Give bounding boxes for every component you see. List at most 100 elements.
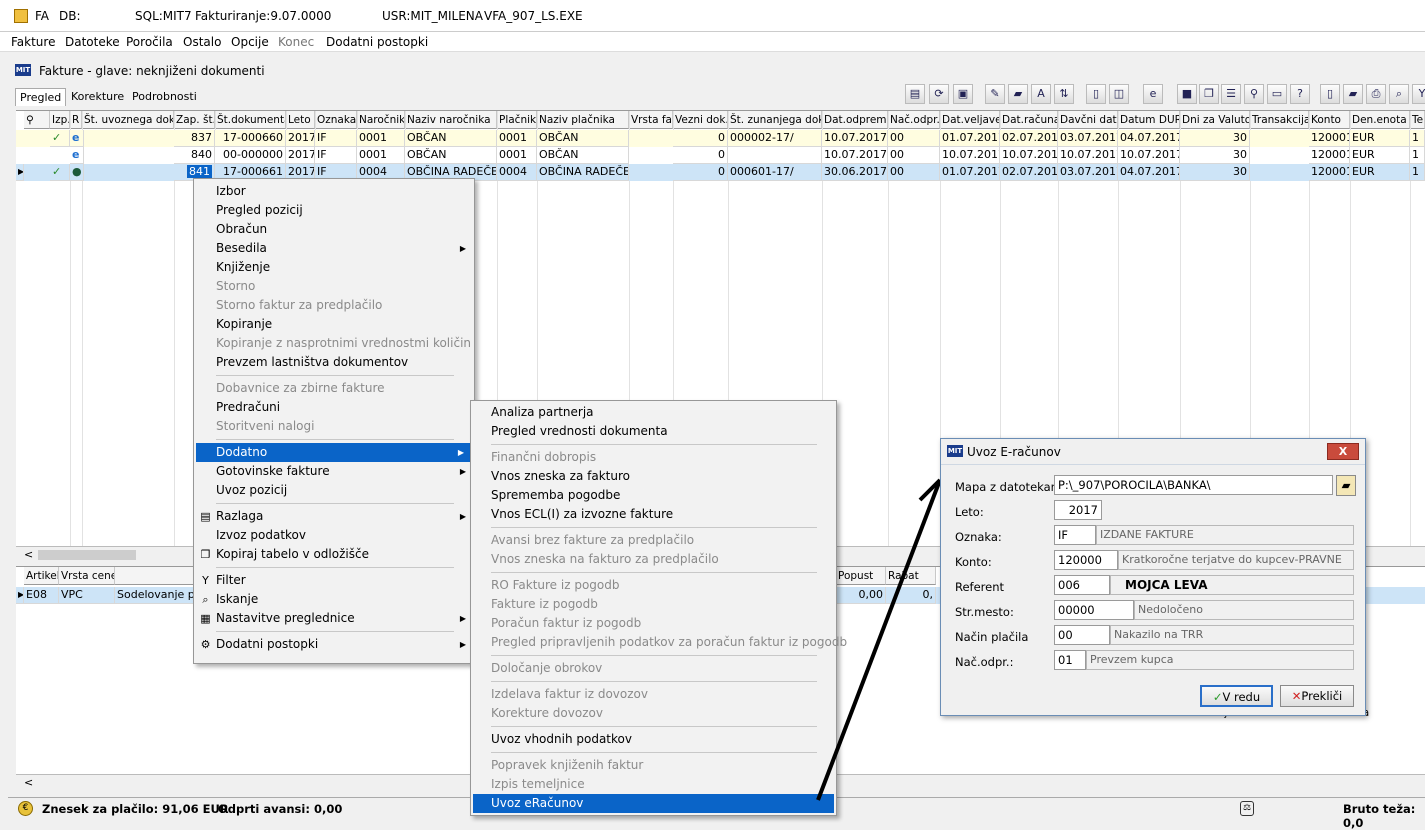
refresh-icon[interactable]: ⟳ <box>929 84 949 104</box>
cell-dat-racuna[interactable]: 10.07.2017 <box>1000 147 1058 164</box>
col-naziv-narocnika[interactable]: Naziv naročnika <box>405 111 497 129</box>
sort-icon[interactable]: ⇅ <box>1054 84 1074 104</box>
menu-item-kopiranje[interactable]: Kopiranje <box>194 315 474 334</box>
cell-placnik[interactable]: 0004 <box>497 164 537 181</box>
edit-icon[interactable]: ✎ <box>985 84 1005 104</box>
submenu-item-izdelava-faktur[interactable]: Izdelava faktur iz dovozov <box>471 685 836 704</box>
col-artikel[interactable]: Artikel <box>24 567 59 585</box>
cell-zap-st[interactable]: 841 <box>187 165 212 178</box>
submenu-item-ro-fakture[interactable]: RO Fakture iz pogodb <box>471 576 836 595</box>
document-icon[interactable]: ▯ <box>1086 84 1106 104</box>
cell-den-enota[interactable]: EUR <box>1350 164 1410 181</box>
cell-oznaka[interactable]: IF <box>315 147 357 164</box>
cell-st-zunanjega[interactable]: 000601-17/ <box>728 164 822 181</box>
col-vezni-dok[interactable]: Vezni dok. <box>673 111 728 129</box>
col-oznaka[interactable]: Oznaka <box>315 111 357 129</box>
col-den-enota[interactable]: Den.enota <box>1350 111 1410 129</box>
v-redu-button[interactable]: ✓V redu <box>1200 685 1273 707</box>
submenu-item-korekture-dovozov[interactable]: Korekture dovozov <box>471 704 836 723</box>
cell-naziv-narocnika[interactable]: OBČAN <box>405 147 497 164</box>
submenu-item-popravek[interactable]: Popravek knjiženih faktur <box>471 756 836 775</box>
cell-datum-dur[interactable]: 04.07.2017 <box>1118 164 1180 181</box>
cell-dat-veljave[interactable]: 10.07.2017 <box>940 147 1000 164</box>
col-naziv[interactable] <box>115 567 195 585</box>
menu-konec[interactable]: Konec <box>278 35 314 49</box>
submenu-item-uvoz-eracunov[interactable]: Uvoz eRačunov <box>473 794 834 813</box>
menu-item-pregled-pozicij[interactable]: Pregled pozicij <box>194 201 474 220</box>
cell-dat-racuna[interactable]: 02.07.2017 <box>1000 164 1058 181</box>
cell-st-zunanjega[interactable] <box>728 147 822 164</box>
menu-item-storno-faktur[interactable]: Storno faktur za predplačilo <box>194 296 474 315</box>
tab-podrobnosti[interactable]: Podrobnosti <box>128 88 201 105</box>
menu-ostalo[interactable]: Ostalo <box>183 35 221 49</box>
oznaka-input[interactable]: IF <box>1054 525 1096 545</box>
col-st-dokumenta[interactable]: Št.dokumenta <box>215 111 286 129</box>
menu-item-knjizenje[interactable]: Knjiženje <box>194 258 474 277</box>
cell-vezni-dok[interactable]: 0 <box>673 147 728 164</box>
col-transakcija[interactable]: Transakcija <box>1250 111 1309 129</box>
submenu-item-vnos-ecl[interactable]: Vnos ECL(I) za izvozne fakture <box>471 505 836 524</box>
menu-item-izvoz-podatkov[interactable]: Izvoz podatkov <box>194 526 474 545</box>
cell-datum-dur[interactable]: 10.07.2017 <box>1118 147 1180 164</box>
browse-folder-icon[interactable]: ▰ <box>1336 475 1356 496</box>
cell-placnik[interactable]: 0001 <box>497 147 537 164</box>
internet-explorer-icon[interactable]: e <box>1143 84 1163 104</box>
col-leto[interactable]: Leto <box>286 111 315 129</box>
col-st-zunanjega[interactable]: Št. zunanjega dok. <box>728 111 822 129</box>
menu-item-besedila[interactable]: Besedila ▶ <box>194 239 474 258</box>
tab-pregled[interactable]: Pregled <box>15 88 67 106</box>
cell-placnik[interactable]: 0001 <box>497 130 537 147</box>
menu-item-dodatno[interactable]: Dodatno ▶ <box>196 443 472 462</box>
col-izp[interactable]: Izp. <box>50 111 70 129</box>
cell-naziv-placnika[interactable]: OBČINA RADEČE <box>537 164 629 181</box>
col-vrsta-cene[interactable]: Vrsta cene <box>59 567 115 585</box>
col-placnik[interactable]: Plačnik <box>497 111 537 129</box>
menu-item-storitveni-nalogi[interactable]: Storitveni nalogi <box>194 417 474 436</box>
attach-icon[interactable]: ⚲ <box>1244 84 1264 104</box>
col-nac-odpr[interactable]: Nač.odpr. <box>888 111 940 129</box>
col-dat-veljave[interactable]: Dat.veljave <box>940 111 1000 129</box>
col-dni-za-valuto[interactable]: Dni za Valuto <box>1180 111 1250 129</box>
menu-item-kopiraj-tabelo[interactable]: ❐ Kopiraj tabelo v odložišče <box>194 545 474 564</box>
mapa-input[interactable]: P:\_907\POROCILA\BANKA\ <box>1054 475 1333 495</box>
menu-item-iskanje[interactable]: ⌕ Iskanje <box>194 590 474 609</box>
cell-naziv[interactable]: Sodelovanje po <box>115 587 195 604</box>
col-datum-dur[interactable]: Datum DUR <box>1118 111 1180 129</box>
cell-st-dokumenta[interactable]: 17-000660 <box>215 130 286 147</box>
col-narocnik[interactable]: Naročnik <box>357 111 405 129</box>
cell-dat-odpreme[interactable]: 30.06.2017 <box>822 164 888 181</box>
menu-porocila[interactable]: Poročila <box>126 35 173 49</box>
new-doc-icon[interactable]: ▯ <box>1320 84 1340 104</box>
col-te[interactable]: Te <box>1410 111 1425 129</box>
menu-item-prevzem-lastnistva[interactable]: Prevzem lastništva dokumentov <box>194 353 474 372</box>
menu-item-storno[interactable]: Storno <box>194 277 474 296</box>
preklici-button[interactable]: ✕Prekliči <box>1280 685 1354 707</box>
cell-zap-st[interactable]: 840 <box>174 147 215 164</box>
cell-zap-st[interactable]: 837 <box>174 130 215 147</box>
menu-item-filter[interactable]: Y Filter <box>194 571 474 590</box>
submenu-item-sprememba-pogodbe[interactable]: Sprememba pogodbe <box>471 486 836 505</box>
cell-den-enota[interactable]: EUR <box>1350 147 1410 164</box>
cell-den-enota[interactable]: EUR <box>1350 130 1410 147</box>
menu-opcije[interactable]: Opcije <box>231 35 269 49</box>
open-folder-icon[interactable]: ▰ <box>1008 84 1028 104</box>
submenu-item-analiza-partnerja[interactable]: Analiza partnerja <box>471 403 836 422</box>
menu-item-obracun[interactable]: Obračun <box>194 220 474 239</box>
cell-vrsta-cene[interactable]: VPC <box>59 587 115 604</box>
submenu-item-dolocanje-obrokov[interactable]: Določanje obrokov <box>471 659 836 678</box>
cell-davcni-dat[interactable]: 03.07.2017 <box>1058 164 1118 181</box>
submenu-item-vnos-zneska[interactable]: Vnos zneska za fakturo <box>471 467 836 486</box>
col-zap-st[interactable]: Zap. št. <box>174 111 215 129</box>
col-vrsta-fa[interactable]: Vrsta fa. <box>629 111 673 129</box>
search-icon[interactable]: ⌕ <box>1389 84 1409 104</box>
cell-dni-za-valuto[interactable]: 30 <box>1180 164 1250 181</box>
cell-dat-odpreme[interactable]: 10.07.2017 <box>822 147 888 164</box>
menu-dodatni-postopki[interactable]: Dodatni postopki <box>326 35 428 49</box>
monitor-icon[interactable]: ▭ <box>1267 84 1287 104</box>
col-r[interactable]: R <box>70 111 82 129</box>
menu-item-uvoz-pozicij[interactable]: Uvoz pozicij <box>194 481 474 500</box>
folder-icon[interactable]: ▰ <box>1343 84 1363 104</box>
list-icon[interactable]: ☰ <box>1221 84 1241 104</box>
cell-konto[interactable]: 120001 <box>1309 130 1350 147</box>
cell-dat-veljave[interactable]: 01.07.2017 <box>940 164 1000 181</box>
